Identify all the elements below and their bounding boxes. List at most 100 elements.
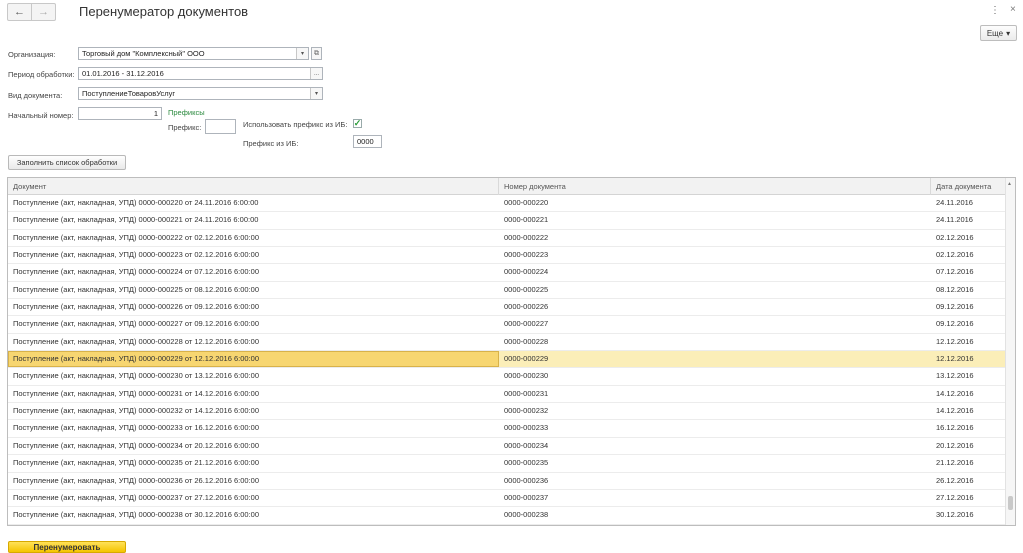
cell-date[interactable]: 20.12.2016 (931, 438, 1007, 454)
cell-number[interactable]: 0000-000232 (499, 403, 931, 419)
cell-date[interactable]: 24.11.2016 (931, 195, 1007, 211)
cell-number[interactable]: 0000-000226 (499, 299, 931, 315)
cell-date[interactable]: 12.12.2016 (931, 351, 1007, 367)
table-row[interactable]: Поступление (акт, накладная, УПД) 0000-0… (8, 455, 1007, 473)
table-row[interactable]: Поступление (акт, накладная, УПД) 0000-0… (8, 299, 1007, 317)
cell-document[interactable]: Поступление (акт, накладная, УПД) 0000-0… (8, 473, 499, 489)
table-row[interactable]: Поступление (акт, накладная, УПД) 0000-0… (8, 316, 1007, 334)
organization-open-button[interactable]: ⧉ (311, 47, 322, 60)
scroll-up-icon[interactable]: ▲ (1007, 181, 1012, 187)
organization-dropdown-button[interactable]: ▾ (296, 48, 308, 59)
period-select-button[interactable]: ... (310, 68, 322, 79)
cell-date[interactable]: 09.12.2016 (931, 299, 1007, 315)
table-row[interactable]: Поступление (акт, накладная, УПД) 0000-0… (8, 230, 1007, 248)
cell-number[interactable]: 0000-000220 (499, 195, 931, 211)
period-field[interactable]: 01.01.2016 - 31.12.2016 ... (78, 67, 323, 80)
table-row[interactable]: Поступление (акт, накладная, УПД) 0000-0… (8, 247, 1007, 265)
close-icon[interactable]: × (1010, 4, 1016, 15)
use-ib-prefix-checkbox[interactable]: ✓ (353, 119, 362, 128)
prefix-field[interactable] (205, 119, 236, 134)
cell-document[interactable]: Поступление (акт, накладная, УПД) 0000-0… (8, 230, 499, 246)
table-row[interactable]: Поступление (акт, накладная, УПД) 0000-0… (8, 403, 1007, 421)
cell-document[interactable]: Поступление (акт, накладная, УПД) 0000-0… (8, 403, 499, 419)
cell-document[interactable]: Поступление (акт, накладная, УПД) 0000-0… (8, 299, 499, 315)
cell-document[interactable]: Поступление (акт, накладная, УПД) 0000-0… (8, 212, 499, 228)
cell-date[interactable]: 27.12.2016 (931, 490, 1007, 506)
cell-document[interactable]: Поступление (акт, накладная, УПД) 0000-0… (8, 316, 499, 332)
kebab-menu-icon[interactable]: ⋮ (990, 6, 1000, 16)
cell-number[interactable]: 0000-000233 (499, 420, 931, 436)
cell-date[interactable]: 21.12.2016 (931, 455, 1007, 471)
column-header-document[interactable]: Документ (8, 178, 499, 195)
cell-date[interactable]: 26.12.2016 (931, 473, 1007, 489)
more-button[interactable]: Еще ▾ (980, 25, 1017, 41)
start-number-field[interactable]: 1 (78, 107, 162, 120)
cell-document[interactable]: Поступление (акт, накладная, УПД) 0000-0… (8, 334, 499, 350)
cell-date[interactable]: 09.12.2016 (931, 316, 1007, 332)
table-row[interactable]: Поступление (акт, накладная, УПД) 0000-0… (8, 282, 1007, 300)
table-row[interactable]: Поступление (акт, накладная, УПД) 0000-0… (8, 386, 1007, 404)
cell-date[interactable]: 08.12.2016 (931, 282, 1007, 298)
back-button[interactable]: ← (8, 4, 31, 20)
cell-number[interactable]: 0000-000229 (499, 351, 931, 367)
cell-number[interactable]: 0000-000237 (499, 490, 931, 506)
scrollbar-thumb[interactable] (1008, 496, 1013, 510)
table-row[interactable]: Поступление (акт, накладная, УПД) 0000-0… (8, 334, 1007, 352)
cell-date[interactable]: 07.12.2016 (931, 264, 1007, 280)
cell-date[interactable]: 16.12.2016 (931, 420, 1007, 436)
cell-document[interactable]: Поступление (акт, накладная, УПД) 0000-0… (8, 282, 499, 298)
cell-number[interactable]: 0000-000223 (499, 247, 931, 263)
cell-date[interactable]: 02.12.2016 (931, 247, 1007, 263)
cell-document[interactable]: Поступление (акт, накладная, УПД) 0000-0… (8, 386, 499, 402)
cell-number[interactable]: 0000-000234 (499, 438, 931, 454)
table-row[interactable]: Поступление (акт, накладная, УПД) 0000-0… (8, 507, 1007, 525)
cell-date[interactable]: 02.12.2016 (931, 230, 1007, 246)
renumber-button[interactable]: Перенумеровать (8, 541, 126, 553)
cell-document[interactable]: Поступление (акт, накладная, УПД) 0000-0… (8, 351, 499, 368)
table-row[interactable]: Поступление (акт, накладная, УПД) 0000-0… (8, 420, 1007, 438)
column-header-date[interactable]: Дата документа (931, 178, 1007, 195)
cell-document[interactable]: Поступление (акт, накладная, УПД) 0000-0… (8, 368, 499, 384)
vertical-scrollbar[interactable]: ▲ (1005, 178, 1015, 525)
doctype-value: ПоступлениеТоваровУслуг (82, 89, 176, 98)
cell-document[interactable]: Поступление (акт, накладная, УПД) 0000-0… (8, 420, 499, 436)
cell-number[interactable]: 0000-000235 (499, 455, 931, 471)
organization-field[interactable]: Торговый дом "Комплексный" ООО ▾ (78, 47, 309, 60)
cell-document[interactable]: Поступление (акт, накладная, УПД) 0000-0… (8, 195, 499, 211)
cell-date[interactable]: 24.11.2016 (931, 212, 1007, 228)
table-row[interactable]: Поступление (акт, накладная, УПД) 0000-0… (8, 195, 1007, 213)
cell-document[interactable]: Поступление (акт, накладная, УПД) 0000-0… (8, 264, 499, 280)
cell-document[interactable]: Поступление (акт, накладная, УПД) 0000-0… (8, 507, 499, 523)
table-row[interactable]: Поступление (акт, накладная, УПД) 0000-0… (8, 438, 1007, 456)
cell-number[interactable]: 0000-000231 (499, 386, 931, 402)
cell-document[interactable]: Поступление (акт, накладная, УПД) 0000-0… (8, 490, 499, 506)
cell-date[interactable]: 12.12.2016 (931, 334, 1007, 350)
table-row[interactable]: Поступление (акт, накладная, УПД) 0000-0… (8, 473, 1007, 490)
table-row[interactable]: Поступление (акт, накладная, УПД) 0000-0… (8, 368, 1007, 386)
cell-number[interactable]: 0000-000224 (499, 264, 931, 280)
doctype-dropdown-button[interactable]: ▾ (310, 88, 322, 99)
cell-number[interactable]: 0000-000225 (499, 282, 931, 298)
table-row[interactable]: Поступление (акт, накладная, УПД) 0000-0… (8, 351, 1007, 369)
table-row[interactable]: Поступление (акт, накладная, УПД) 0000-0… (8, 490, 1007, 508)
cell-number[interactable]: 0000-000236 (499, 473, 931, 489)
cell-date[interactable]: 13.12.2016 (931, 368, 1007, 384)
cell-number[interactable]: 0000-000228 (499, 334, 931, 350)
cell-document[interactable]: Поступление (акт, накладная, УПД) 0000-0… (8, 455, 499, 471)
cell-number[interactable]: 0000-000230 (499, 368, 931, 384)
table-row[interactable]: Поступление (акт, накладная, УПД) 0000-0… (8, 264, 1007, 282)
table-row[interactable]: Поступление (акт, накладная, УПД) 0000-0… (8, 212, 1007, 230)
column-header-number[interactable]: Номер документа (499, 178, 931, 195)
doctype-field[interactable]: ПоступлениеТоваровУслуг ▾ (78, 87, 323, 100)
forward-button[interactable]: → (31, 4, 55, 20)
cell-date[interactable]: 14.12.2016 (931, 386, 1007, 402)
cell-document[interactable]: Поступление (акт, накладная, УПД) 0000-0… (8, 438, 499, 454)
fill-list-button[interactable]: Заполнить список обработки (8, 155, 126, 170)
cell-date[interactable]: 30.12.2016 (931, 507, 1007, 523)
cell-number[interactable]: 0000-000222 (499, 230, 931, 246)
cell-number[interactable]: 0000-000221 (499, 212, 931, 228)
cell-date[interactable]: 14.12.2016 (931, 403, 1007, 419)
cell-document[interactable]: Поступление (акт, накладная, УПД) 0000-0… (8, 247, 499, 263)
cell-number[interactable]: 0000-000227 (499, 316, 931, 332)
cell-number[interactable]: 0000-000238 (499, 507, 931, 523)
